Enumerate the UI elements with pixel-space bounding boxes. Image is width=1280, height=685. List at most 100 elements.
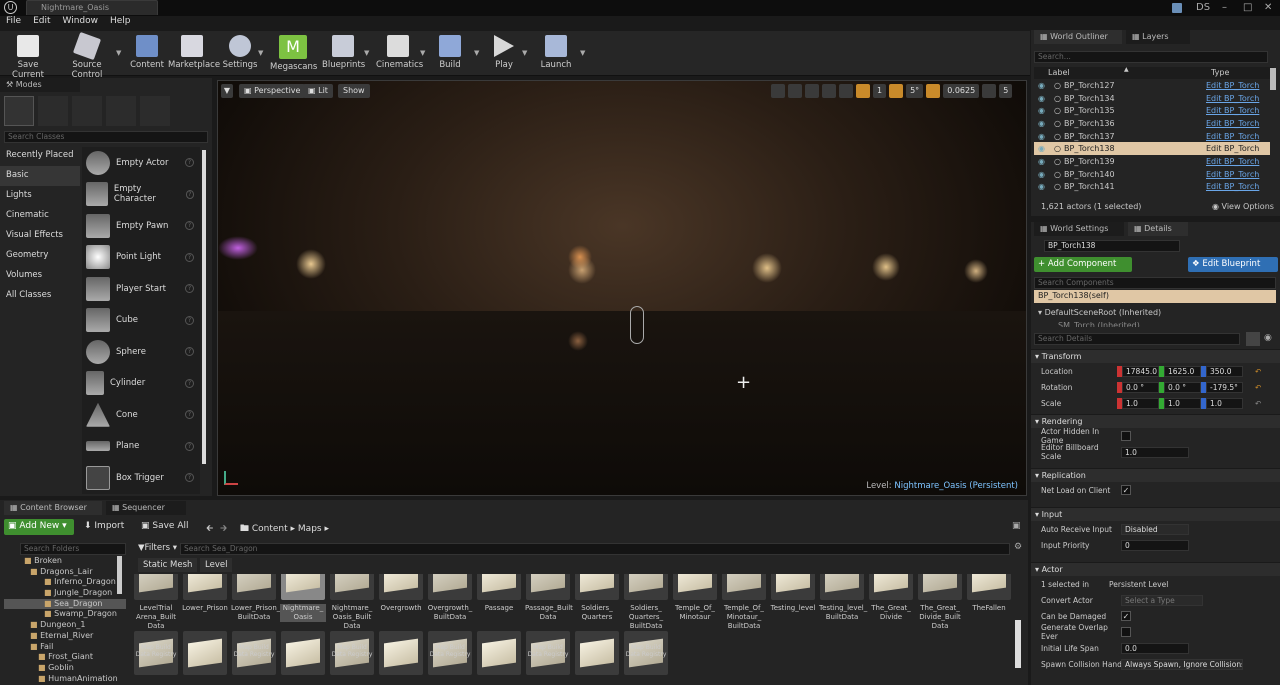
data-registry-asset[interactable]: Data Registry	[526, 574, 570, 600]
category-lights[interactable]: Lights	[0, 186, 80, 206]
modes-tab[interactable]: ⚒ Modes	[0, 78, 80, 92]
level-asset[interactable]	[477, 631, 521, 675]
chevron-down-icon[interactable]: ▼	[522, 49, 527, 57]
column-type[interactable]: Type	[1211, 68, 1229, 77]
scale-x[interactable]: 1.0	[1122, 397, 1159, 409]
transform-header[interactable]: ▾ Transform	[1031, 349, 1280, 363]
eye-icon[interactable]: ◉	[1034, 132, 1054, 141]
level-asset[interactable]	[281, 631, 325, 675]
convert-dropdown[interactable]: Select a Type	[1121, 594, 1203, 606]
level-asset[interactable]	[183, 574, 227, 600]
filters-button[interactable]: ▼Filters ▾	[138, 543, 177, 553]
folder-item[interactable]: ■ Sea_Dragon	[4, 598, 126, 610]
edit-bp-link[interactable]: Edit BP_Torch	[1206, 157, 1259, 166]
modes-scrollbar[interactable]	[202, 150, 206, 464]
save-current-button[interactable]: Save Current	[3, 33, 53, 80]
folder-item[interactable]: ■ HumanAnimation	[4, 674, 126, 685]
cinematics-button[interactable]: Cinematics	[376, 33, 423, 75]
menu-edit[interactable]: Edit	[33, 16, 50, 30]
eye-icon[interactable]: ◉	[1034, 182, 1054, 191]
data-registry-asset[interactable]: Data Registry	[428, 574, 472, 600]
outliner-row[interactable]: ◉ ○ BP_Torch139 Edit BP_Torch	[1034, 155, 1270, 168]
folder-item[interactable]: ■ Broken	[4, 556, 126, 567]
eye-icon[interactable]: ◉	[1034, 119, 1054, 128]
scale-y[interactable]: 1.0	[1164, 397, 1201, 409]
category-geometry[interactable]: Geometry	[0, 246, 80, 266]
map-build-data-asset[interactable]: Map Build Data Registry	[526, 631, 570, 675]
rotation-label[interactable]: Rotation	[1031, 383, 1117, 392]
place-empty-character[interactable]: Empty Character?	[82, 179, 200, 211]
surface-snap-icon[interactable]	[822, 84, 836, 98]
map-build-data-asset[interactable]: Map Build Data Registry	[330, 631, 374, 675]
edit-bp-link[interactable]: Edit BP_Torch	[1206, 182, 1259, 191]
level-asset[interactable]	[477, 574, 521, 600]
play-button[interactable]: Play	[488, 33, 520, 75]
source-control-button[interactable]: Source Control	[58, 31, 116, 80]
place-cube[interactable]: Cube?	[82, 305, 200, 337]
outliner-search-input[interactable]: Search...	[1034, 51, 1268, 63]
chevron-down-icon[interactable]: ▼	[364, 49, 369, 57]
eye-icon[interactable]: ◉	[1034, 94, 1054, 103]
document-tab[interactable]: Nightmare_Oasis	[26, 0, 158, 15]
folder-item[interactable]: ■ Eternal_River	[4, 631, 126, 642]
place-mode-icon[interactable]	[4, 96, 34, 126]
close-icon[interactable]: ✕	[1264, 2, 1272, 13]
location-z[interactable]: 350.0	[1206, 365, 1243, 377]
breadcrumb-content[interactable]: Content	[252, 524, 288, 534]
rotation-y[interactable]: 0.0 °	[1164, 381, 1201, 393]
input-header[interactable]: ▾ Input	[1031, 507, 1280, 521]
source-status-icon[interactable]	[1172, 3, 1182, 13]
outliner-row[interactable]: ◉ ○ BP_Torch136 Edit BP_Torch	[1034, 117, 1270, 130]
place-point-light[interactable]: Point Light?	[82, 242, 200, 274]
level-asset[interactable]	[281, 574, 325, 600]
lock-icon[interactable]: ▣	[1012, 521, 1022, 531]
filter-static-mesh[interactable]: Static Mesh	[138, 558, 198, 572]
damaged-checkbox[interactable]: ✓	[1121, 611, 1131, 621]
hidden-checkbox[interactable]	[1121, 431, 1131, 441]
data-registry-asset[interactable]: Data Registry	[624, 574, 668, 600]
eye-icon[interactable]: ◉	[1034, 170, 1054, 179]
asset-search-input[interactable]: Search Sea_Dragon	[180, 543, 1010, 555]
column-label[interactable]: Label	[1048, 68, 1070, 77]
eye-icon[interactable]: ◉	[1034, 157, 1054, 166]
map-build-data-asset[interactable]: Map Build Data Registry	[428, 631, 472, 675]
billboard-field[interactable]: 1.0	[1121, 446, 1189, 458]
level-asset[interactable]	[379, 631, 423, 675]
megascans-button[interactable]: M Megascans	[270, 33, 317, 75]
component-self[interactable]: BP_Torch138(self)	[1034, 290, 1276, 303]
folder-item[interactable]: ■ Dragons_Lair	[4, 567, 126, 578]
location-y[interactable]: 1625.0	[1164, 365, 1201, 377]
rotation-snap-icon[interactable]	[889, 84, 904, 98]
component-root[interactable]: ▾ DefaultSceneRoot (Inherited)	[1038, 308, 1161, 317]
outliner-row[interactable]: ◉ ○ BP_Torch134 Edit BP_Torch	[1034, 92, 1270, 105]
world-local-icon[interactable]	[839, 84, 853, 98]
category-visual-effects[interactable]: Visual Effects	[0, 226, 80, 246]
lifespan-field[interactable]: 0.0	[1121, 642, 1189, 654]
location-label[interactable]: Location	[1031, 367, 1117, 376]
location-x[interactable]: 17845.0	[1122, 365, 1159, 377]
level-asset[interactable]	[183, 631, 227, 675]
outliner-row[interactable]: ◉ ○ BP_Torch135 Edit BP_Torch	[1034, 104, 1270, 117]
eye-icon[interactable]: ◉	[1034, 81, 1054, 90]
scale-z[interactable]: 1.0	[1206, 397, 1243, 409]
history-forward-icon[interactable]: 🡲	[220, 521, 227, 537]
maximize-icon[interactable]: □	[1243, 2, 1252, 13]
translate-icon[interactable]	[771, 84, 785, 98]
category-all-classes[interactable]: All Classes	[0, 286, 80, 306]
minimize-icon[interactable]: –	[1222, 2, 1227, 13]
component-child[interactable]: SM_Torch (Inherited)	[1058, 321, 1140, 327]
rotation-snap-value[interactable]: 5°	[906, 84, 924, 98]
place-empty-actor[interactable]: Empty Actor?	[82, 147, 200, 179]
menu-help[interactable]: Help	[110, 16, 131, 30]
chevron-down-icon[interactable]: ▼	[116, 49, 121, 57]
eye-icon[interactable]: ◉	[1034, 144, 1054, 153]
lit-button[interactable]: ▣ Lit	[303, 84, 333, 98]
tab-content-browser[interactable]: ▦ Content Browser	[4, 501, 102, 515]
chevron-down-icon[interactable]: ▼	[258, 49, 263, 57]
folder-item[interactable]: ■ Fail	[4, 642, 126, 653]
settings-button[interactable]: Settings	[222, 33, 258, 75]
outliner-row[interactable]: ◉ ○ BP_Torch138 Edit BP_Torch	[1034, 142, 1270, 156]
overlap-checkbox[interactable]	[1121, 627, 1131, 637]
rotation-z[interactable]: -179.5°	[1206, 381, 1243, 393]
property-matrix-icon[interactable]	[1246, 332, 1260, 346]
